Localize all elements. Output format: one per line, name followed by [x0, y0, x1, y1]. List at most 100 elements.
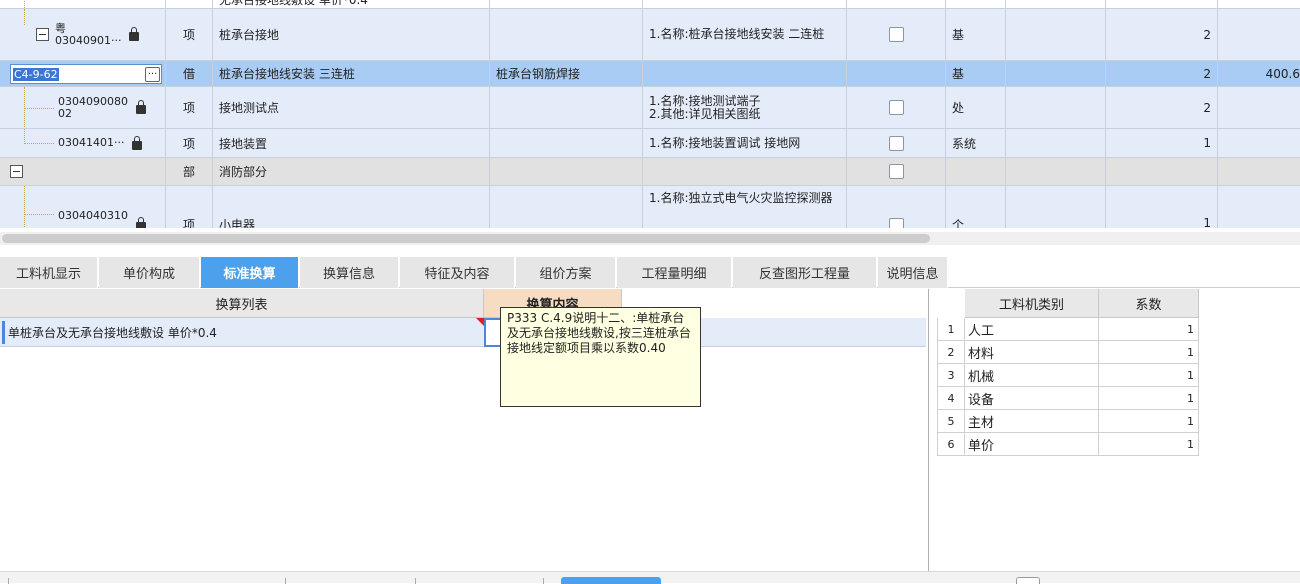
- conversion-tooltip: P333 C.4.9说明十二、:单桩承台及无承台接地线敷设,按三连桩承台接地线定…: [500, 307, 701, 407]
- item-name: 桩承台接地线安装 三连桩: [213, 61, 490, 86]
- tab-unit-price-composition[interactable]: 单价构成: [99, 257, 200, 288]
- item-checkbox[interactable]: [888, 218, 904, 228]
- lock-icon: [136, 217, 146, 228]
- item-name: 接地测试点: [213, 87, 490, 128]
- lock-icon: [129, 27, 140, 41]
- conversion-item-name: 单桩承台及无承台接地线敷设 单价*0.4: [8, 326, 217, 340]
- item-quantity: 1: [1106, 129, 1218, 157]
- item-type: 项: [166, 9, 213, 60]
- item-unit: 系统: [946, 129, 1006, 157]
- conversion-panel: 换算列表 换算内容 单桩承台及无承台接地线敷设 单价*0.4: [0, 289, 928, 571]
- lock-icon: [136, 100, 146, 114]
- row-number: 3: [937, 364, 965, 387]
- category-name: 设备: [965, 387, 1099, 410]
- item-price: 400.6: [1265, 66, 1300, 81]
- item-feature: 1.名称:接地装置调试 接地网: [643, 129, 847, 157]
- tab-reverse-lookup-quantity[interactable]: 反查图形工程量: [733, 257, 877, 288]
- row-number: 6: [937, 433, 965, 456]
- horizontal-scrollbar[interactable]: [0, 232, 1300, 245]
- row-number: 5: [937, 410, 965, 433]
- item-type: 部: [166, 158, 213, 185]
- item-feature-note: 桩承台钢筋焊接: [490, 61, 643, 86]
- factor-header: 系数: [1099, 289, 1199, 318]
- row-number: 1: [937, 318, 965, 341]
- item-checkbox[interactable]: [888, 135, 904, 151]
- factor-value[interactable]: 1: [1099, 433, 1199, 456]
- conversion-list-header: 换算列表: [0, 289, 484, 318]
- grid-row-bill-item[interactable]: 03041401··· 项 接地装置 1.名称:接地装置调试 接地网 系统 1: [0, 129, 1300, 158]
- item-type: 项: [166, 87, 213, 128]
- factor-row[interactable]: 6 单价 1: [937, 433, 1199, 456]
- collapse-icon[interactable]: −: [36, 28, 49, 41]
- tab-conversion-info[interactable]: 换算信息: [300, 257, 399, 288]
- item-checkbox[interactable]: [888, 27, 904, 42]
- item-name: 小电器: [213, 186, 490, 228]
- factor-row[interactable]: 1 人工 1: [937, 318, 1199, 341]
- tab-pricing-scheme[interactable]: 组价方案: [516, 257, 616, 288]
- factor-value[interactable]: 1: [1099, 410, 1199, 433]
- tab-resource-display[interactable]: 工料机显示: [0, 257, 98, 288]
- item-name: 桩承台接地: [213, 9, 490, 60]
- factor-row[interactable]: 3 机械 1: [937, 364, 1199, 387]
- code-edit-text: C4-9-62: [13, 67, 59, 81]
- factor-value[interactable]: 1: [1099, 364, 1199, 387]
- grid-row-selected[interactable]: C4-9-62 ... 借 桩承台接地线安装 三连桩 桩承台钢筋焊接 基 2 4…: [0, 61, 1300, 87]
- row-number: 4: [937, 387, 965, 410]
- category-name: 人工: [965, 318, 1099, 341]
- factor-row[interactable]: 4 设备 1: [937, 387, 1199, 410]
- item-unit: 处: [946, 87, 1006, 128]
- category-name: 单价: [965, 433, 1099, 456]
- factor-row[interactable]: 2 材料 1: [937, 341, 1199, 364]
- detail-tabs: 工料机显示 单价构成 标准换算 换算信息 特征及内容 组价方案 工程量明细 反查…: [0, 255, 1300, 288]
- item-feature: 1.名称:接地测试端子 2.其他:详见相关图纸: [643, 87, 847, 128]
- item-code: 03041401···: [58, 136, 125, 149]
- item-feature: 1.名称:桩承台接地线安装 二连桩: [643, 9, 847, 60]
- bill-items-grid: 无承台接地线敷设 单价*0.4 − 粤 03040901··· 项 桩承台接地 1…: [0, 0, 1300, 228]
- category-name: 机械: [965, 364, 1099, 387]
- tab-description-info[interactable]: 说明信息: [878, 257, 948, 288]
- item-quantity: 2: [1106, 87, 1218, 128]
- item-code: 02: [58, 106, 72, 120]
- item-code: 0304040310: [58, 209, 128, 222]
- factor-table: 工料机类别 系数 1 人工 1 2 材料 1 3 机械 1 4 设备 1 5 主…: [928, 289, 1300, 571]
- grid-row-bill-item[interactable]: − 粤 03040901··· 项 桩承台接地 1.名称:桩承台接地线安装 二连桩…: [0, 9, 1300, 61]
- item-checkbox[interactable]: [888, 164, 904, 179]
- grid-row-bill-item[interactable]: 0304040310 项 小电器 1.名称:独立式电气火灾监控探测器 个 1: [0, 186, 1300, 228]
- code-edit-field[interactable]: C4-9-62 ...: [10, 64, 162, 84]
- category-name: 材料: [965, 341, 1099, 364]
- item-code: 03040901···: [55, 33, 122, 47]
- tab-standard-conversion[interactable]: 标准换算: [201, 257, 299, 288]
- row-number: 2: [937, 341, 965, 364]
- grid-row-section[interactable]: − 部 消防部分: [0, 158, 1300, 186]
- item-quantity: 1: [1106, 186, 1218, 228]
- factor-value[interactable]: 1: [1099, 387, 1199, 410]
- item-checkbox[interactable]: [888, 100, 904, 115]
- scrollbar-thumb[interactable]: [2, 234, 930, 243]
- item-unit: 基: [946, 61, 1006, 86]
- item-type: 项: [166, 129, 213, 157]
- tab-features-content[interactable]: 特征及内容: [400, 257, 515, 288]
- section-name: 消防部分: [213, 158, 490, 185]
- lock-icon: [132, 135, 143, 150]
- category-name: 主材: [965, 410, 1099, 433]
- factor-value[interactable]: 1: [1099, 341, 1199, 364]
- item-quantity: 2: [1106, 9, 1218, 60]
- grid-row-bill-item[interactable]: 0304090080 02 项 接地测试点 1.名称:接地测试端子 2.其他:详见…: [0, 87, 1300, 129]
- grid-row-partial[interactable]: 无承台接地线敷设 单价*0.4: [0, 0, 1300, 9]
- tab-quantity-details[interactable]: 工程量明细: [617, 257, 732, 288]
- item-type: 项: [166, 186, 213, 228]
- item-feature: 1.名称:独立式电气火灾监控探测器: [643, 186, 847, 228]
- item-name: 无承台接地线敷设 单价*0.4: [213, 0, 490, 8]
- item-unit: 基: [946, 9, 1006, 60]
- conversion-row[interactable]: 单桩承台及无承台接地线敷设 单价*0.4: [0, 318, 926, 347]
- collapse-icon[interactable]: −: [10, 165, 23, 178]
- factor-value[interactable]: 1: [1099, 318, 1199, 341]
- bottom-toolbar-partial: [0, 571, 1300, 584]
- item-unit: 个: [946, 186, 1006, 228]
- category-header: 工料机类别: [965, 289, 1099, 318]
- conversion-content-checkbox-cell[interactable]: [484, 318, 500, 347]
- more-options-icon[interactable]: ...: [145, 67, 160, 82]
- item-type: 借: [166, 61, 213, 86]
- factor-row[interactable]: 5 主材 1: [937, 410, 1199, 433]
- comment-indicator-icon: [476, 318, 484, 326]
